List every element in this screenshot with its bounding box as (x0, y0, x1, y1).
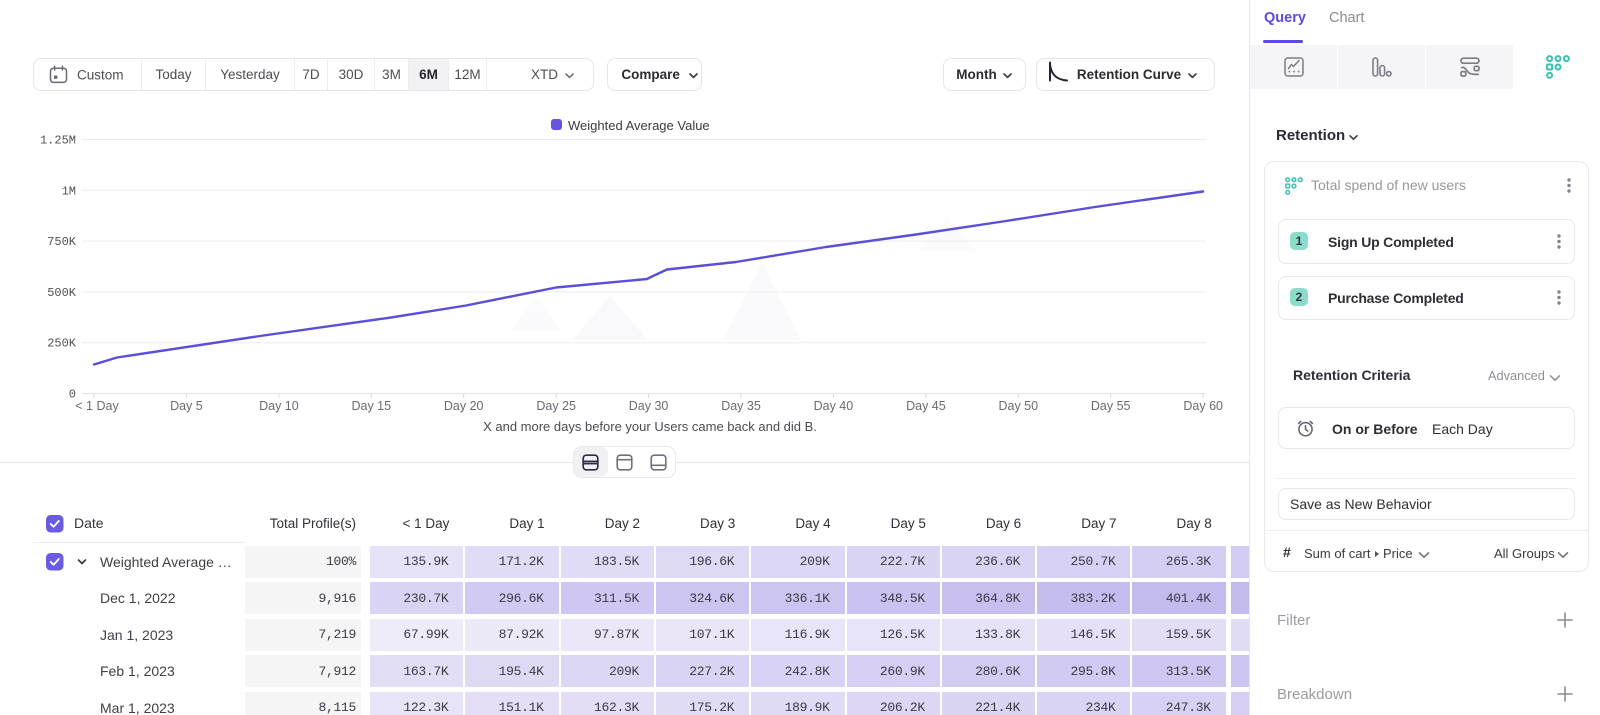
svg-text:Day 35: Day 35 (721, 399, 761, 413)
svg-text:1M: 1M (62, 184, 76, 198)
svg-text:< 1 Day: < 1 Day (75, 399, 119, 413)
svg-text:500K: 500K (47, 286, 77, 300)
svg-text:Day 55: Day 55 (1091, 399, 1131, 413)
svg-text:750K: 750K (47, 235, 77, 249)
svg-text:Day 45: Day 45 (906, 399, 946, 413)
svg-text:Day 15: Day 15 (351, 399, 391, 413)
svg-text:Day 10: Day 10 (259, 399, 299, 413)
svg-text:1.25M: 1.25M (40, 134, 76, 148)
svg-text:Day 25: Day 25 (536, 399, 576, 413)
svg-text:250K: 250K (47, 337, 77, 351)
svg-text:Day 50: Day 50 (998, 399, 1038, 413)
svg-text:Day 20: Day 20 (444, 399, 484, 413)
svg-text:Day 30: Day 30 (629, 399, 669, 413)
svg-text:Day 40: Day 40 (814, 399, 854, 413)
svg-text:Day 60: Day 60 (1183, 399, 1223, 413)
svg-text:Day 5: Day 5 (170, 399, 203, 413)
